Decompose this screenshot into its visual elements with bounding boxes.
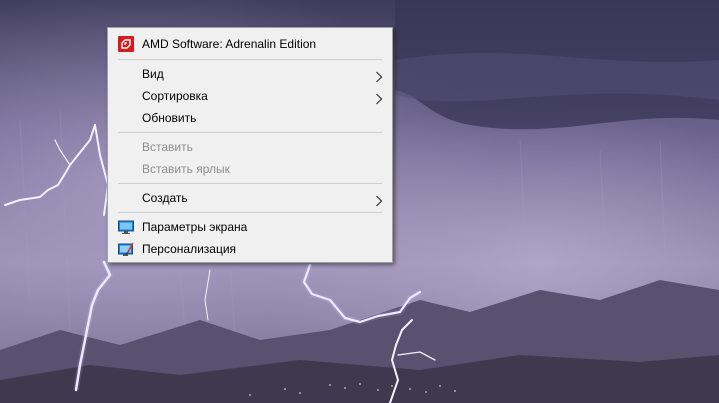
menu-separator (118, 183, 382, 184)
menu-item-label: AMD Software: Adrenalin Edition (142, 37, 317, 51)
menu-item-label: Вставить ярлык (142, 162, 230, 176)
menu-separator (118, 212, 382, 213)
chevron-right-icon (375, 192, 383, 207)
menu-separator (118, 59, 382, 60)
menu-item-sort[interactable]: Сортировка (108, 85, 392, 107)
menu-item-label: Персонализация (142, 242, 237, 256)
desktop-context-menu: AMD Software: Adrenalin Edition Вид Сорт… (107, 27, 393, 263)
menu-item-display-settings[interactable]: Параметры экрана (108, 216, 392, 238)
menu-item-paste-shortcut: Вставить ярлык (108, 158, 392, 180)
menu-item-personalization[interactable]: Персонализация (108, 238, 392, 260)
menu-item-label: Параметры экрана (142, 220, 248, 234)
chevron-right-icon (375, 68, 383, 83)
menu-item-refresh[interactable]: Обновить (108, 107, 392, 129)
chevron-right-icon (375, 90, 383, 105)
menu-item-label: Создать (142, 191, 188, 205)
menu-item-amd-software[interactable]: AMD Software: Adrenalin Edition (108, 32, 392, 56)
menu-separator (118, 132, 382, 133)
menu-item-new[interactable]: Создать (108, 187, 392, 209)
menu-item-paste: Вставить (108, 136, 392, 158)
display-settings-icon (118, 219, 134, 235)
personalization-icon (118, 241, 134, 257)
amd-radeon-icon (118, 36, 134, 52)
menu-item-view[interactable]: Вид (108, 63, 392, 85)
menu-item-label: Вставить (142, 140, 193, 154)
menu-item-label: Сортировка (142, 89, 208, 103)
menu-item-label: Вид (142, 67, 164, 81)
menu-item-label: Обновить (142, 111, 197, 125)
